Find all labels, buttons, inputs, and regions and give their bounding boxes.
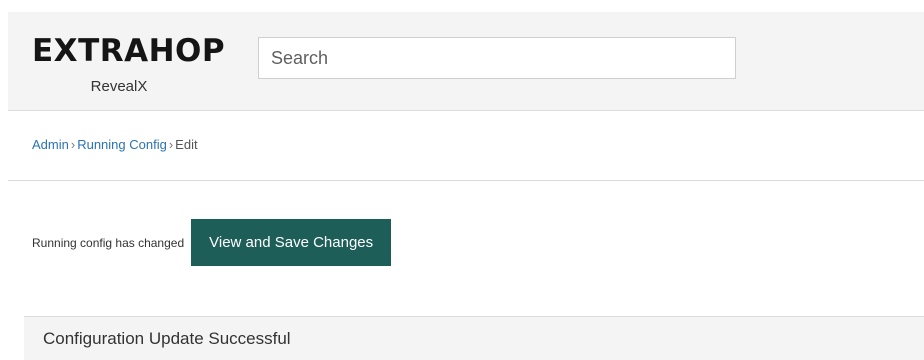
view-and-save-changes-button[interactable]: View and Save Changes xyxy=(191,219,392,266)
logo-wordmark: EXTRAHOP xyxy=(32,33,226,69)
breadcrumb: Admin › Running Config › Edit xyxy=(32,137,198,153)
page: EXTRAHOP RevealX Admin›Running Config›Ed… xyxy=(0,0,924,360)
success-message: Configuration Update Successful xyxy=(43,329,291,348)
extrahop-logo[interactable]: EXTRAHOP RevealX xyxy=(32,32,258,104)
top-header: EXTRAHOP RevealX xyxy=(8,12,924,111)
breadcrumb-running-config-link[interactable]: Running Config xyxy=(77,137,167,152)
logo-subtitle: RevealX xyxy=(90,78,148,95)
breadcrumb-current: Edit xyxy=(175,137,198,152)
divider xyxy=(8,180,924,181)
success-banner: Configuration Update Successful xyxy=(24,316,924,360)
running-config-status: Running config has changed View and Save… xyxy=(32,219,392,266)
breadcrumb-separator: › xyxy=(168,137,174,152)
breadcrumb-separator: › xyxy=(70,137,76,152)
running-config-changed-text: Running config has changed xyxy=(32,235,185,250)
breadcrumb-admin-link[interactable]: Admin xyxy=(32,137,69,152)
search-input[interactable] xyxy=(258,37,736,79)
